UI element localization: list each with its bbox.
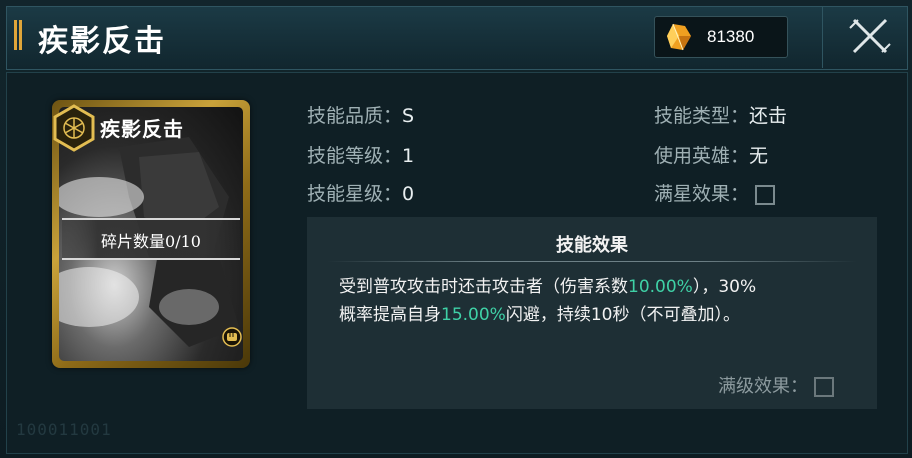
- hero-label: 使用英雄：: [654, 145, 750, 167]
- skill-level-label: 技能等级：: [307, 145, 403, 167]
- skill-level-row: 技能等级：1: [307, 141, 414, 168]
- effect-title: 技能效果: [556, 235, 628, 256]
- max-star-label: 满星效果：: [654, 183, 750, 205]
- effect-text-part: ），30%: [692, 277, 757, 297]
- title-accent: [14, 20, 24, 50]
- damage-coefficient-value: 10.00%: [628, 277, 693, 297]
- hero-row: 使用英雄：无: [654, 141, 768, 168]
- skill-star-label: 技能星级：: [307, 183, 403, 205]
- skill-quality-value: S: [402, 105, 415, 127]
- skill-star-row: 技能星级：0: [307, 179, 414, 206]
- hero-value: 无: [749, 145, 769, 167]
- max-star-row: 满星效果：: [654, 179, 776, 206]
- skill-type-row: 技能类型：还击: [654, 101, 787, 128]
- max-level-checkbox[interactable]: [813, 377, 834, 397]
- effect-description: 受到普攻攻击时还击攻击者（伤害系数10.00%），30% 概率提高自身15.00…: [339, 273, 859, 329]
- skill-quality-label: 技能品质：: [307, 105, 403, 127]
- max-level-row: 满级效果：: [718, 372, 834, 398]
- skill-level-value: 1: [402, 145, 415, 167]
- currency-display[interactable]: 81380: [654, 16, 788, 58]
- header-divider: [822, 6, 823, 68]
- currency-value: 81380: [707, 27, 755, 46]
- crystal-icon: [667, 23, 691, 51]
- page-title: 疾影反击: [38, 24, 166, 59]
- effect-divider: [327, 261, 857, 262]
- max-star-checkbox[interactable]: [755, 184, 776, 205]
- max-level-label: 满级效果：: [718, 376, 808, 397]
- effect-text-part: 概率提高自身: [339, 305, 441, 325]
- skill-star-value: 0: [402, 183, 415, 205]
- dodge-bonus-value: 15.00%: [441, 305, 506, 325]
- skill-type-value: 还击: [749, 105, 788, 127]
- watermark: 100011001: [16, 420, 112, 439]
- effect-text-part: 受到普攻攻击时还击攻击者（伤害系数: [339, 277, 628, 297]
- fragment-count-bar: 碎片数量0/10: [62, 218, 240, 260]
- skill-quality-row: 技能品质：S: [307, 101, 414, 128]
- effect-text-part: 闪避，持续10秒（不可叠加）。: [505, 305, 740, 325]
- card-skill-name: 疾影反击: [100, 117, 184, 141]
- hexagon-emblem-icon: [53, 104, 95, 152]
- skill-type-label: 技能类型：: [654, 105, 750, 127]
- close-icon[interactable]: [842, 10, 898, 62]
- fist-icon: [222, 327, 242, 347]
- fragment-count-text: 碎片数量0/10: [101, 232, 201, 251]
